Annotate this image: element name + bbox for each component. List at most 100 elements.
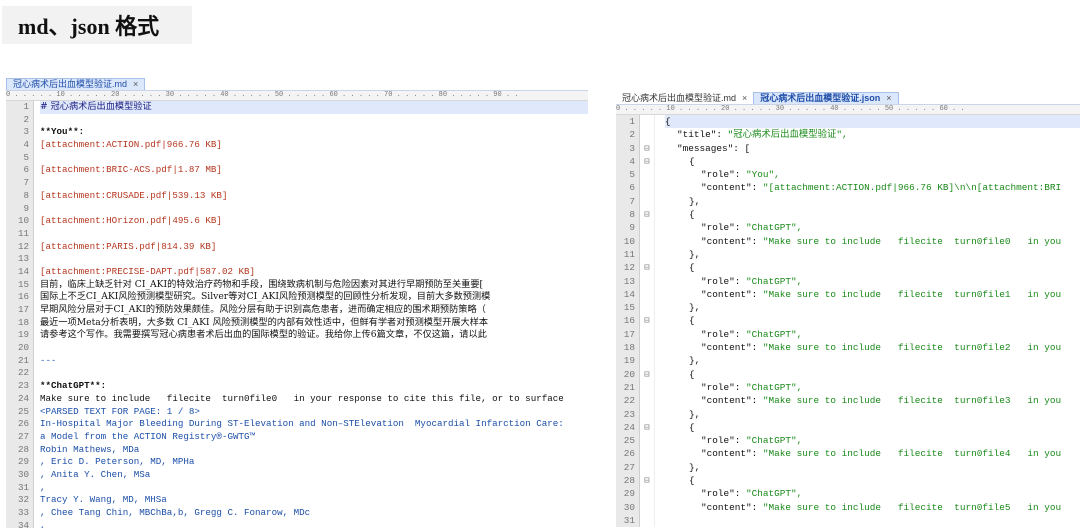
fold-toggle-icon[interactable]: ⊟ (640, 368, 654, 381)
json-value: "ChatGPT", (746, 435, 803, 447)
fold-toggle-icon[interactable]: ⊟ (640, 208, 654, 221)
md-line: <PARSED TEXT FOR PAGE: 1 / 8> (40, 405, 200, 417)
json-value: "[attachment:ACTION.pdf|966.76 KB]\n\n[a… (762, 182, 1062, 194)
line-number: 13 (623, 275, 635, 287)
md-line: Make sure to include filecite turn0file0… (40, 392, 564, 404)
md-line: [attachment:PRECISE-DAPT.pdf|587.02 KB] (40, 265, 256, 277)
line-number: 14 (623, 288, 635, 300)
fold-toggle-icon[interactable]: ⊟ (640, 474, 654, 487)
md-line (40, 177, 588, 190)
line-number: 2 (23, 113, 29, 125)
json-punctuation: { (689, 155, 695, 167)
fold-line (640, 408, 654, 421)
line-number: 20 (17, 342, 29, 354)
tab-md-file[interactable]: 冠心病术后出血模型验证.md × (616, 93, 753, 104)
json-editor[interactable]: 1 2 3 4 5 6 7 8 9 10 11 12 13 14 15 16 17 18 19 20 21 22 23 24 2… (616, 115, 1080, 528)
fold-line (640, 115, 654, 128)
line-number: 15 (17, 278, 29, 290)
line-number: 21 (623, 381, 635, 393)
tab-json-file[interactable]: 冠心病术后出血模型验证.json × (753, 92, 899, 104)
tab-label: 冠心病术后出血模型验证.md (13, 79, 128, 89)
fold-line (640, 501, 654, 514)
line-number: 29 (17, 456, 29, 468)
fold-toggle-icon[interactable]: ⊟ (640, 314, 654, 327)
md-editor-window: 冠心病术后出血模型验证.md × 0 . . . . . 10 . . . . … (6, 78, 588, 528)
md-tab-bar: 冠心病术后出血模型验证.md × (6, 78, 588, 91)
line-number: 12 (17, 240, 29, 252)
fold-line (640, 381, 654, 394)
json-line: "role": "ChatGPT", (701, 275, 803, 287)
json-line: "content": "Make sure to include filecit… (701, 395, 1062, 407)
fold-line (640, 328, 654, 341)
fold-toggle-icon[interactable]: ⊟ (640, 421, 654, 434)
json-punctuation: { (689, 421, 695, 433)
md-editor[interactable]: 1 2 3 4 5 6 7 8 9 10 11 12 13 14 15 16 17 18 19 20 21 22 23 24 2… (6, 101, 588, 528)
md-line: 目前，临床上缺乏针对 CI_AKI的特效治疗药物和手段，围绕致病机制与危险因素对… (40, 278, 484, 290)
fold-line (640, 275, 654, 288)
fold-toggle-icon[interactable]: ⊟ (640, 261, 654, 274)
md-line: [attachment:BRIC-ACS.pdf|1.87 MB] (40, 164, 222, 176)
close-icon[interactable]: × (886, 93, 891, 104)
md-line (40, 367, 588, 380)
json-key: "role" (701, 435, 735, 447)
fold-line (640, 354, 654, 367)
fold-line (640, 447, 654, 460)
json-key: "content" (701, 501, 752, 513)
json-punctuation: { (689, 368, 695, 380)
fold-line (640, 341, 654, 354)
tab-md-file[interactable]: 冠心病术后出血模型验证.md × (6, 78, 146, 90)
line-number: 30 (623, 501, 635, 513)
line-number: 18 (17, 316, 29, 328)
line-number: 30 (17, 468, 29, 480)
json-key: "role" (701, 328, 735, 340)
json-punctuation: }, (689, 408, 701, 420)
close-icon[interactable]: × (133, 79, 138, 90)
json-text-area[interactable]: {"title": "冠心病术后出血模型验证", "messages": [{"r… (655, 115, 1080, 527)
line-number: 2 (629, 129, 635, 141)
close-icon[interactable]: × (742, 93, 747, 104)
md-line: In-Hospital Major Bleeding During ST-Ele… (40, 418, 564, 430)
json-value: "ChatGPT", (746, 328, 803, 340)
json-line: "content": "Make sure to include filecit… (701, 235, 1062, 247)
column-ruler: 0 . . . . . 10 . . . . . 20 . . . . . 30… (6, 91, 588, 101)
md-line: , Anita Y. Chen, MSa (40, 468, 151, 480)
line-number: 1 (23, 101, 29, 112)
md-line: 国际上不乏CI_AKI风险预测模型研究。Silver等对CI_AKI风险预测模型… (40, 291, 491, 303)
line-number-gutter: 1 2 3 4 5 6 7 8 9 10 11 12 13 14 15 16 17 18 19 20 21 22 23 24 2… (616, 115, 640, 528)
md-line: # 冠心病术后出血模型验证 (40, 101, 588, 114)
md-line (40, 114, 588, 127)
line-number: 18 (623, 342, 635, 354)
line-number: 27 (17, 430, 29, 442)
fold-gutter[interactable]: ⊟ ⊟ ⊟ ⊟ ⊟ ⊟ ⊟ ⊟ (640, 115, 655, 528)
json-line: "title": "冠心病术后出血模型验证", (677, 129, 848, 141)
json-line: "messages": [ (677, 142, 751, 154)
json-punctuation: { (689, 262, 695, 274)
line-number: 31 (623, 514, 635, 526)
fold-line (640, 195, 654, 208)
line-number: 5 (629, 169, 635, 181)
json-key: "content" (701, 182, 752, 194)
json-value: "Make sure to include filecite turn0file… (762, 235, 1062, 247)
line-number: 22 (623, 395, 635, 407)
json-punctuation: }, (689, 461, 701, 473)
line-number: 1 (629, 116, 635, 127)
json-line: { (665, 474, 1080, 487)
json-line: "content": "Make sure to include filecit… (701, 288, 1062, 300)
line-number: 20 (623, 368, 635, 380)
json-line: "role": "ChatGPT", (701, 488, 803, 500)
fold-toggle-icon[interactable]: ⊟ (640, 155, 654, 168)
json-value: "ChatGPT", (746, 275, 803, 287)
json-value: "ChatGPT", (746, 381, 803, 393)
fold-line (640, 301, 654, 314)
json-key: "role" (701, 275, 735, 287)
json-line: "role": "ChatGPT", (701, 435, 803, 447)
fold-line (640, 288, 654, 301)
json-line: { (665, 261, 1080, 274)
json-value: "Make sure to include filecite turn0file… (762, 288, 1062, 300)
tab-label: 冠心病术后出血模型验证.md (622, 93, 737, 103)
line-number: 13 (17, 253, 29, 265)
json-key: "content" (701, 288, 752, 300)
line-number: 24 (17, 392, 29, 404)
md-text-area[interactable]: # 冠心病术后出血模型验证 **You**: [attachment:ACTION… (34, 101, 588, 528)
fold-toggle-icon[interactable]: ⊟ (640, 142, 654, 155)
